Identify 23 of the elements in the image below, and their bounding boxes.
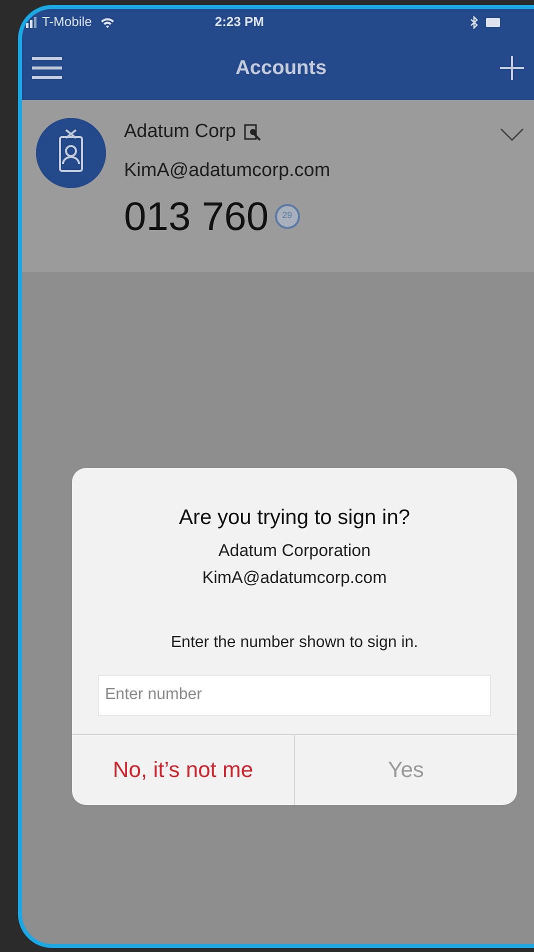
countdown-timer: 29 [274, 204, 300, 228]
battery-icon [486, 18, 500, 26]
badge-avatar-icon [36, 118, 106, 188]
signal-icon [26, 16, 38, 28]
account-email: KimA@adatumcorp.com [201, 567, 388, 589]
wifi-icon [100, 16, 115, 28]
number-input-field[interactable]: Enter number [98, 674, 491, 716]
screen-title: Accounts [234, 56, 328, 80]
account-row[interactable]: Adatum Corp KimA@adatumcorp.com 013 760 29 [22, 100, 534, 272]
verification-code: 013 760 [124, 194, 269, 241]
add-icon[interactable] [500, 56, 524, 80]
bluetooth-icon [470, 16, 478, 28]
chevron-icon[interactable] [500, 128, 524, 141]
deny-button[interactable]: No, it’s not me [72, 734, 294, 804]
carrier-label: T-Mobile [42, 13, 92, 32]
account-email: KimA@adatumcorp.com [124, 158, 332, 182]
dialog-message: Enter the number shown to sign in. [170, 632, 420, 652]
organization-name: Adatum Corporation [217, 540, 372, 562]
dialog-title: Are you trying to sign in? [178, 505, 412, 531]
id-card-icon [244, 124, 262, 141]
account-name: Adatum Corp [124, 120, 236, 144]
clock-time: 2:23 PM [214, 13, 264, 32]
menu-icon[interactable] [32, 56, 62, 80]
